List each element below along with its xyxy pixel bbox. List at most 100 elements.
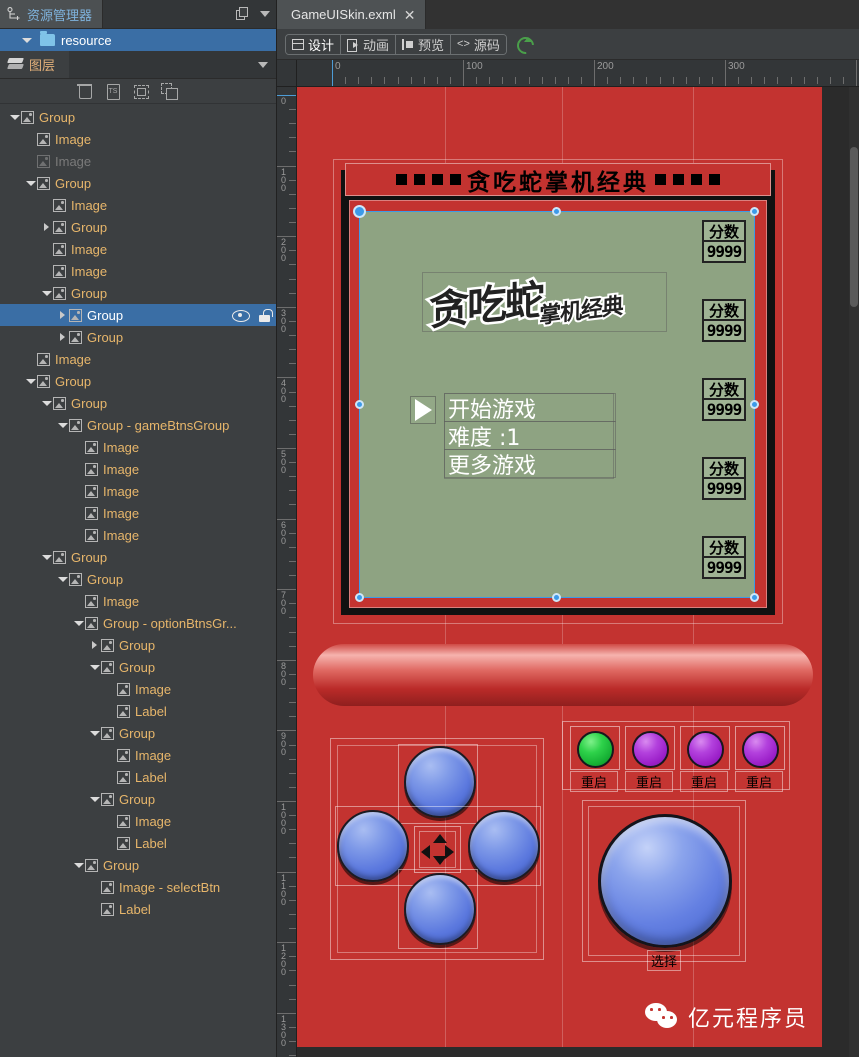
tab-gameuiskin-exml[interactable]: GameUISkin.exml ✕ [277, 0, 427, 29]
layer-tree-row[interactable]: Group [0, 854, 276, 876]
layer-tree-row[interactable]: Group [0, 634, 276, 656]
chevron-expanded-icon[interactable] [22, 37, 32, 43]
layer-tree-row[interactable]: Image [0, 590, 276, 612]
chevron-collapsed-icon[interactable] [56, 333, 69, 341]
lcd-screen[interactable]: 贪吃蛇 掌机经典 开始游戏 难度 :1 更多游戏 分数 9999 分数 9999 分数 999… [360, 212, 754, 597]
mode-design-button[interactable]: 设计 [286, 34, 342, 54]
ruler-major-tick [277, 871, 296, 873]
layer-tree-row[interactable]: Group [0, 788, 276, 810]
chevron-expanded-icon[interactable] [40, 400, 53, 406]
layer-tree-row[interactable]: Group [0, 172, 276, 194]
copy-icon[interactable] [236, 7, 250, 21]
game-menu-item[interactable]: 更多游戏 [444, 449, 616, 479]
design-canvas[interactable]: 贪吃蛇掌机经典 贪吃蛇 掌机经典 开始游戏 难度 :1 更多游戏 分数 9999… [297, 87, 859, 1057]
refresh-icon[interactable] [516, 36, 532, 52]
option-button[interactable]: 重启 [570, 726, 620, 792]
layer-tree-row-label: Image [55, 351, 92, 367]
option-button-circle[interactable] [687, 731, 724, 768]
game-menu-item[interactable]: 难度 :1 [444, 421, 616, 451]
layer-tree-row[interactable]: Group [0, 216, 276, 238]
layer-tree-row[interactable]: Image [0, 238, 276, 260]
layer-tree-row[interactable]: Group [0, 392, 276, 414]
ungroup-icon[interactable] [161, 83, 178, 100]
layer-tree-row[interactable]: Group - optionBtnsGr... [0, 612, 276, 634]
chevron-expanded-icon[interactable] [88, 796, 101, 802]
chevron-down-icon[interactable] [260, 11, 270, 17]
layer-tree-row[interactable]: Image [0, 458, 276, 480]
option-button-circle[interactable] [577, 731, 614, 768]
chevron-down-icon[interactable] [258, 61, 268, 68]
delete-icon[interactable] [77, 83, 92, 99]
chevron-expanded-icon[interactable] [56, 422, 69, 428]
option-button[interactable]: 重启 [680, 726, 730, 792]
dpad-down-button[interactable] [404, 873, 476, 945]
layer-tree-row[interactable]: Group [0, 282, 276, 304]
dpad-right-button[interactable] [468, 810, 540, 882]
eye-icon[interactable] [232, 310, 250, 322]
unlock-icon[interactable] [259, 308, 273, 322]
chevron-expanded-icon[interactable] [8, 114, 21, 120]
tab-resource-explorer[interactable]: 资源管理器 [0, 0, 104, 28]
layer-tree-row[interactable]: Group [0, 106, 276, 128]
chevron-expanded-icon[interactable] [24, 180, 37, 186]
option-button[interactable]: 重启 [625, 726, 675, 792]
group-icon[interactable] [133, 83, 149, 99]
mode-preview-button[interactable]: 预览 [396, 34, 452, 54]
create-ts-icon[interactable] [105, 83, 120, 100]
game-menu-item[interactable]: 开始游戏 [444, 393, 616, 423]
close-icon[interactable]: ✕ [404, 8, 416, 22]
chevron-expanded-icon[interactable] [88, 730, 101, 736]
chevron-expanded-icon[interactable] [72, 620, 85, 626]
layer-tree-row[interactable]: Image [0, 348, 276, 370]
layer-tree-row[interactable]: Image [0, 150, 276, 172]
ruler-major-tick [277, 801, 296, 802]
ruler-label: 1 1 0 0 [280, 872, 286, 907]
layer-tree-row[interactable]: Image [0, 678, 276, 700]
layer-tree-row[interactable]: Image [0, 744, 276, 766]
layer-tree-row[interactable]: Image [0, 194, 276, 216]
ruler-minor-tick [698, 77, 700, 84]
layer-tree-row[interactable]: Label [0, 898, 276, 920]
chevron-expanded-icon[interactable] [40, 290, 53, 296]
layer-tree-row[interactable]: Image [0, 810, 276, 832]
vertical-ruler[interactable]: 0 1 0 0 2 0 0 3 0 0 4 0 0 5 0 0 6 0 0 7 0 0 8 0 … [277, 87, 297, 1057]
layer-tree-row[interactable]: Group [0, 546, 276, 568]
layer-tree[interactable]: Group Image Image Group Image Group Image Image… [0, 104, 276, 1057]
chevron-collapsed-icon[interactable] [56, 311, 69, 319]
horizontal-ruler[interactable]: 0100200300400500600700 [297, 60, 859, 87]
layer-tree-row[interactable]: Image [0, 502, 276, 524]
layer-tree-row[interactable]: Group [0, 568, 276, 590]
chevron-expanded-icon[interactable] [24, 378, 37, 384]
layer-tree-row[interactable]: Group [0, 370, 276, 392]
mode-source-button[interactable]: <> 源码 [451, 34, 506, 54]
chevron-collapsed-icon[interactable] [40, 223, 53, 231]
layer-tree-row[interactable]: Image [0, 436, 276, 458]
layer-tree-row[interactable]: Image [0, 128, 276, 150]
layer-tree-row[interactable]: Group [0, 304, 276, 326]
option-button-circle[interactable] [632, 731, 669, 768]
layer-tree-row[interactable]: Group [0, 722, 276, 744]
layer-tree-row[interactable]: Image - selectBtn [0, 876, 276, 898]
chevron-expanded-icon[interactable] [40, 554, 53, 560]
chevron-expanded-icon[interactable] [88, 664, 101, 670]
layer-tree-row[interactable]: Group [0, 326, 276, 348]
resource-root-item[interactable]: resource [0, 29, 276, 51]
layer-tree-row[interactable]: Label [0, 700, 276, 722]
chevron-expanded-icon[interactable] [56, 576, 69, 582]
mode-animation-button[interactable]: 动画 [341, 34, 397, 54]
layer-tree-row[interactable]: Image [0, 480, 276, 502]
layer-tree-row[interactable]: Image [0, 260, 276, 282]
option-button-circle[interactable] [742, 731, 779, 768]
tab-layers[interactable]: 图层 [0, 51, 70, 78]
canvas-vertical-scrollbar[interactable] [849, 87, 859, 1057]
layer-tree-row[interactable]: Label [0, 766, 276, 788]
select-button[interactable] [598, 814, 732, 948]
layer-tree-row[interactable]: Label [0, 832, 276, 854]
option-button[interactable]: 重启 [735, 726, 785, 792]
layer-tree-row[interactable]: Group - gameBtnsGroup [0, 414, 276, 436]
chevron-collapsed-icon[interactable] [88, 641, 101, 649]
ruler-minor-tick [289, 109, 296, 111]
layer-tree-row[interactable]: Image [0, 524, 276, 546]
layer-tree-row[interactable]: Group [0, 656, 276, 678]
chevron-expanded-icon[interactable] [72, 862, 85, 868]
